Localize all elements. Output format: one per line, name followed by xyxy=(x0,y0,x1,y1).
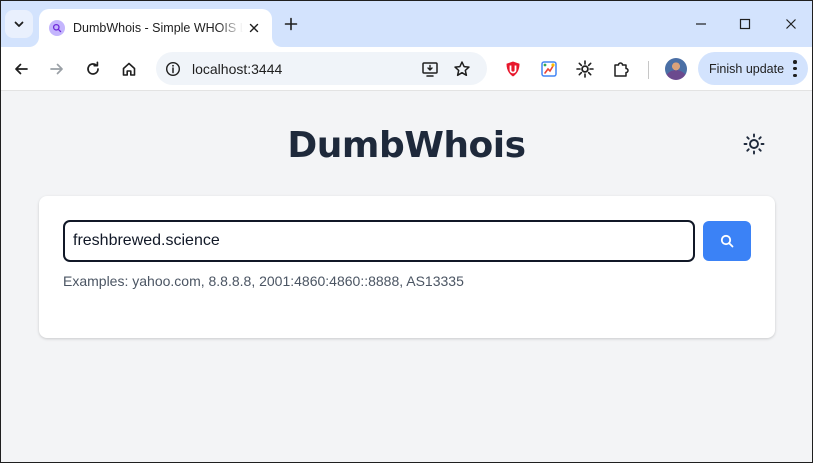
forward-button[interactable] xyxy=(45,57,69,81)
plus-icon xyxy=(284,17,298,31)
arrow-right-icon xyxy=(50,63,63,75)
page-title: DumbWhois xyxy=(287,125,526,166)
finish-update-label: Finish update xyxy=(709,61,785,76)
color-picker-icon xyxy=(541,61,557,77)
reload-button[interactable] xyxy=(81,57,105,81)
search-button[interactable] xyxy=(703,221,751,261)
browser-toolbar: localhost:3444 Finish update xyxy=(1,47,812,91)
new-tab-button[interactable] xyxy=(281,14,301,34)
ublock-icon xyxy=(506,61,520,77)
sunburst-extension[interactable] xyxy=(575,59,595,79)
search-icon xyxy=(720,234,734,248)
active-tab[interactable]: DumbWhois - Simple WHOIS Lookup xyxy=(39,9,272,47)
finish-update-button[interactable]: Finish update xyxy=(698,52,808,85)
url-text: localhost:3444 xyxy=(192,61,283,77)
search-input[interactable] xyxy=(63,220,695,262)
close-window-button[interactable] xyxy=(781,14,801,34)
ublock-extension[interactable] xyxy=(503,59,523,79)
color-picker-extension[interactable] xyxy=(539,59,559,79)
search-card: Examples: yahoo.com, 8.8.8.8, 2001:4860:… xyxy=(39,196,775,338)
home-icon xyxy=(122,62,136,76)
sunburst-icon xyxy=(576,60,594,78)
maximize-icon xyxy=(739,18,751,30)
home-button[interactable] xyxy=(117,57,141,81)
install-app-button[interactable] xyxy=(421,60,439,78)
minimize-icon xyxy=(696,23,706,25)
back-button[interactable] xyxy=(9,57,33,81)
tab-search-button[interactable] xyxy=(5,10,33,38)
theme-toggle-button[interactable] xyxy=(742,132,766,156)
tune-icon xyxy=(165,61,181,77)
close-icon xyxy=(249,23,259,33)
star-icon xyxy=(454,61,470,77)
toolbar-divider xyxy=(648,61,649,79)
extensions-button[interactable] xyxy=(611,59,631,79)
examples-hint: Examples: yahoo.com, 8.8.8.8, 2001:4860:… xyxy=(63,273,464,289)
address-bar[interactable]: localhost:3444 xyxy=(156,52,487,85)
chevron-down-icon xyxy=(14,21,24,27)
install-app-icon xyxy=(422,62,438,77)
profile-avatar[interactable] xyxy=(665,58,687,80)
more-menu-icon[interactable] xyxy=(792,60,798,77)
close-icon xyxy=(786,19,796,29)
tab-strip: DumbWhois - Simple WHOIS Lookup xyxy=(1,1,812,47)
bookmark-button[interactable] xyxy=(453,60,471,78)
reload-icon xyxy=(87,61,99,75)
sun-icon xyxy=(743,133,765,155)
arrow-left-icon xyxy=(15,63,28,75)
minimize-button[interactable] xyxy=(691,14,711,34)
puzzle-icon xyxy=(614,62,629,77)
site-info-button[interactable] xyxy=(164,60,182,78)
search-favicon xyxy=(49,20,65,36)
maximize-button[interactable] xyxy=(735,14,755,34)
tab-title: DumbWhois - Simple WHOIS Lookup xyxy=(73,21,243,35)
tab-close-button[interactable] xyxy=(246,20,262,36)
